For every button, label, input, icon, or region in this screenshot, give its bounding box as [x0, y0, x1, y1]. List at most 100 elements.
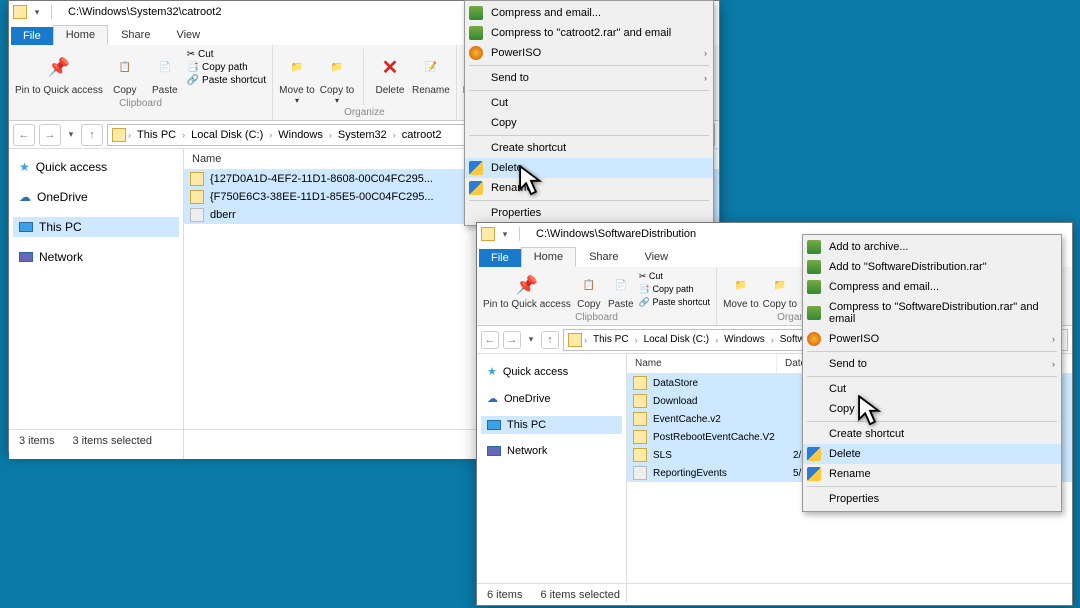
ctx-compress-named[interactable]: Compress to "SoftwareDistribution.rar" a… — [803, 297, 1061, 329]
status-count: 6 items — [487, 589, 522, 601]
copy-path-button[interactable]: 📑 Copy path — [639, 284, 710, 295]
sidebar-label: Quick access — [36, 160, 107, 174]
copy-button[interactable]: Copy — [575, 271, 603, 310]
cut-button[interactable]: Cut — [639, 271, 710, 282]
sidebar-label: Quick access — [503, 366, 568, 378]
delete-button[interactable]: ✕Delete — [372, 49, 408, 105]
tab-share[interactable]: Share — [576, 247, 631, 267]
pin-button[interactable]: 📌Pin to Quick access — [15, 49, 103, 96]
ctx-add-named[interactable]: Add to "SoftwareDistribution.rar" — [803, 257, 1061, 277]
status-selected: 6 items selected — [540, 589, 619, 601]
sidebar-item-thispc[interactable]: This PC — [481, 416, 622, 434]
paste-button[interactable]: Paste — [607, 271, 635, 310]
folder-icon — [190, 190, 204, 204]
col-name[interactable]: Name — [184, 149, 484, 169]
sidebar-item-onedrive[interactable]: ☁OneDrive — [481, 389, 622, 408]
paste-shortcut-button[interactable]: 🔗 Paste shortcut — [639, 297, 710, 308]
sidebar-item-network[interactable]: Network — [13, 247, 179, 267]
bc-c[interactable]: Local Disk (C:) — [187, 129, 267, 141]
file-name: Download — [653, 396, 793, 407]
bc-c[interactable]: Local Disk (C:) — [640, 334, 714, 345]
bc-windows[interactable]: Windows — [274, 129, 327, 141]
move-to-button[interactable]: 📁Move to▾ — [279, 49, 315, 105]
ctx-rename[interactable]: Rename — [465, 178, 713, 198]
nav-history[interactable]: ▾ — [65, 129, 77, 141]
nav-fwd[interactable]: → — [503, 331, 521, 349]
bc-thispc[interactable]: This PC — [589, 334, 633, 345]
ctx-label: Send to — [491, 72, 529, 84]
qat-dropdown[interactable]: ▾ — [499, 228, 511, 240]
ctx-compress-email[interactable]: Compress and email... — [803, 277, 1061, 297]
separator — [469, 65, 709, 66]
ctx-properties[interactable]: Properties — [465, 203, 713, 223]
pin-button[interactable]: 📌Pin to Quick access — [483, 271, 571, 310]
tab-file[interactable]: File — [479, 249, 521, 267]
qat-dropdown[interactable]: ▾ — [31, 6, 43, 18]
ctx-send-to[interactable]: Send to› — [465, 68, 713, 88]
ctx-rename[interactable]: Rename — [803, 464, 1061, 484]
ribbon-group-clipboard: 📌Pin to Quick access Copy Paste Cut 📑 Co… — [9, 45, 273, 120]
ctx-poweriso[interactable]: PowerISO› — [465, 43, 713, 63]
ctx-label: PowerISO — [829, 333, 879, 345]
nav-back[interactable]: ← — [481, 331, 499, 349]
tab-home[interactable]: Home — [53, 25, 108, 45]
ctx-poweriso[interactable]: PowerISO› — [803, 329, 1061, 349]
rename-label: Rename — [412, 85, 450, 96]
ctx-cut[interactable]: Cut — [465, 93, 713, 113]
ctx-label: Copy — [491, 117, 517, 129]
ctx-copy[interactable]: Copy — [465, 113, 713, 133]
ctx-label: Rename — [829, 468, 871, 480]
sidebar-item-thispc[interactable]: This PC — [13, 217, 179, 237]
group-name: Clipboard — [575, 312, 618, 323]
copy-path-button[interactable]: 📑 Copy path — [187, 62, 266, 73]
monitor-icon — [487, 420, 501, 430]
ctx-properties[interactable]: Properties — [803, 489, 1061, 509]
ctx-label: Properties — [829, 493, 879, 505]
rename-button[interactable]: 📝Rename — [412, 49, 450, 105]
tab-share[interactable]: Share — [108, 25, 163, 45]
cut-button[interactable]: Cut — [187, 49, 266, 60]
nav-up[interactable]: ↑ — [541, 331, 559, 349]
tab-home[interactable]: Home — [521, 247, 576, 267]
ctx-compress-email[interactable]: Compress and email... — [465, 3, 713, 23]
ctx-label: Add to archive... — [829, 241, 909, 253]
bc-catroot2[interactable]: catroot2 — [398, 129, 446, 141]
ctx-label: Compress to "SoftwareDistribution.rar" a… — [829, 301, 1043, 325]
ctx-delete[interactable]: Delete — [803, 444, 1061, 464]
ctx-add-archive[interactable]: Add to archive... — [803, 237, 1061, 257]
tab-view[interactable]: View — [163, 25, 213, 45]
ctx-send-to[interactable]: Send to› — [803, 354, 1061, 374]
nav-back[interactable]: ← — [13, 124, 35, 146]
nav-fwd[interactable]: → — [39, 124, 61, 146]
move-to-label: Move to — [723, 299, 759, 310]
bc-thispc[interactable]: This PC — [133, 129, 180, 141]
copy-to-button[interactable]: 📁Copy to▾ — [319, 49, 355, 105]
sidebar-item-quickaccess[interactable]: ★Quick access — [13, 157, 179, 177]
ctx-copy[interactable]: Copy — [803, 399, 1061, 419]
group-name: Organize — [344, 107, 385, 118]
copy-button[interactable]: Copy — [107, 49, 143, 96]
ctx-delete[interactable]: Delete — [465, 158, 713, 178]
ctx-compress-named[interactable]: Compress to "catroot2.rar" and email — [465, 23, 713, 43]
move-to-button[interactable]: 📁Move to — [723, 271, 759, 310]
tab-view[interactable]: View — [631, 247, 681, 267]
folder-icon — [633, 448, 647, 462]
copy-path-label: Copy path — [202, 62, 248, 73]
ctx-create-shortcut[interactable]: Create shortcut — [465, 138, 713, 158]
col-name[interactable]: Name — [627, 354, 777, 373]
ctx-cut[interactable]: Cut — [803, 379, 1061, 399]
nav-up[interactable]: ↑ — [81, 124, 103, 146]
sidebar-item-quickaccess[interactable]: ★Quick access — [481, 362, 622, 381]
ctx-create-shortcut[interactable]: Create shortcut — [803, 424, 1061, 444]
ctx-label: Delete — [491, 162, 523, 174]
paste-button[interactable]: Paste — [147, 49, 183, 96]
sidebar-item-onedrive[interactable]: ☁OneDrive — [13, 187, 179, 207]
bc-windows[interactable]: Windows — [720, 334, 769, 345]
copy-to-button[interactable]: 📁Copy to — [763, 271, 797, 310]
tab-file[interactable]: File — [11, 27, 53, 45]
bc-system32[interactable]: System32 — [334, 129, 391, 141]
nav-history[interactable]: ▾ — [525, 334, 537, 346]
monitor-icon — [19, 222, 33, 232]
paste-shortcut-button[interactable]: 🔗 Paste shortcut — [187, 75, 266, 86]
sidebar-item-network[interactable]: Network — [481, 442, 622, 460]
